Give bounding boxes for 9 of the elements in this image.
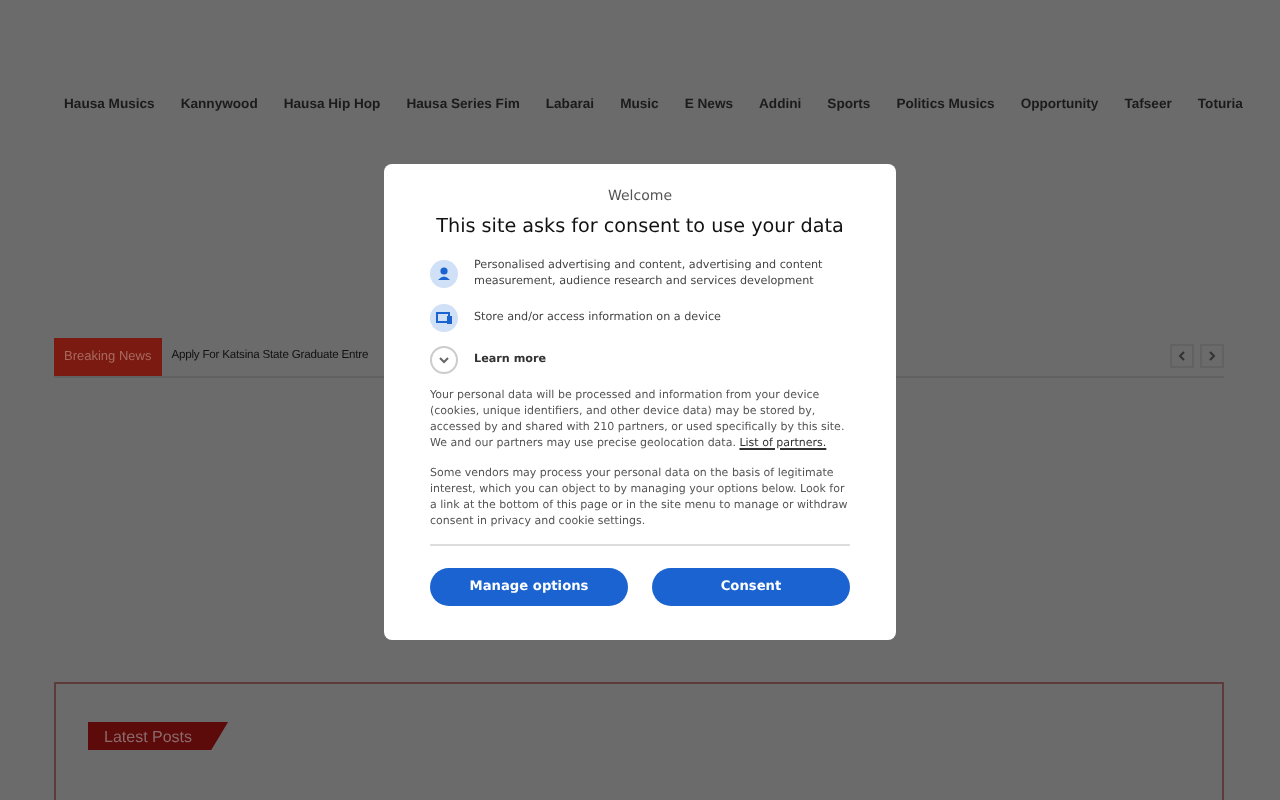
person-icon	[430, 260, 458, 289]
next-button[interactable]	[1200, 344, 1224, 368]
device-icon	[430, 304, 458, 333]
latest-posts-heading: Latest Posts	[88, 722, 229, 750]
dialog-title: This site asks for consent to use your data	[434, 216, 846, 238]
previous-button[interactable]	[1170, 344, 1194, 368]
chevron-left-icon	[1176, 350, 1188, 362]
chevron-down-icon[interactable]	[430, 346, 458, 375]
chevron-right-icon	[1206, 350, 1218, 362]
